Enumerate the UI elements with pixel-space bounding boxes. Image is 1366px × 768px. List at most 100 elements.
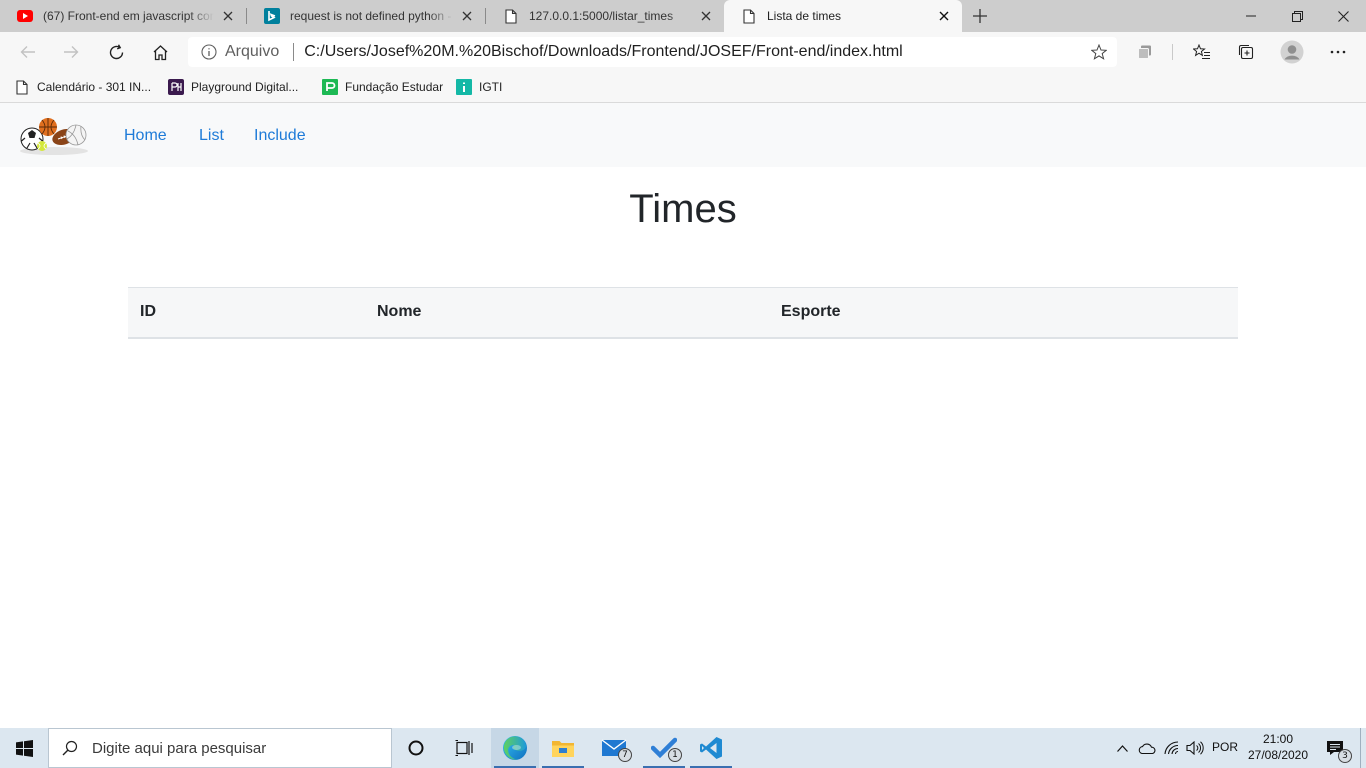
mail-button[interactable]: 7: [590, 728, 638, 768]
browser-tab-active[interactable]: Lista de times: [724, 0, 962, 32]
browser-tab[interactable]: 127.0.0.1:5000/listar_times: [486, 0, 724, 32]
vscode-icon: [700, 737, 722, 759]
sports-balls-logo[interactable]: [18, 115, 90, 157]
favorites-button[interactable]: [1186, 36, 1218, 68]
favorite-label: Calendário - 301 IN...: [37, 80, 152, 94]
favorite-label: Playground Digital...: [191, 80, 299, 94]
favorite-igti[interactable]: IGTI: [456, 76, 502, 98]
browser-toolbar: Arquivo C:/Users/Josef%20M.%20Bischof/Do…: [0, 32, 1366, 72]
refresh-icon: [109, 43, 123, 59]
profile-button[interactable]: [1276, 36, 1308, 68]
speaker-icon: [1186, 741, 1204, 755]
back-button[interactable]: [12, 36, 44, 68]
refresh-button[interactable]: [100, 36, 132, 68]
edge-taskbar-button[interactable]: [491, 728, 539, 768]
page-title: Times: [629, 187, 737, 231]
toolbar-divider: [1172, 44, 1173, 60]
search-icon: [62, 740, 78, 756]
tab-strip: (67) Front-end em javascript com request…: [0, 0, 1366, 32]
tab-title: 127.0.0.1:5000/listar_times: [529, 9, 674, 23]
close-icon[interactable]: [698, 8, 714, 24]
taskbar-clock[interactable]: 21:00 27/08/2020: [1242, 731, 1314, 763]
nav-link-home[interactable]: Home: [124, 127, 167, 145]
wifi-icon: [1164, 741, 1179, 755]
close-icon[interactable]: [459, 8, 475, 24]
bing-icon: [264, 8, 280, 24]
folder-icon: [552, 741, 574, 757]
favorite-calendario[interactable]: Calendário - 301 IN...: [14, 76, 151, 98]
site-navbar: Home List Include: [0, 103, 1366, 167]
fundacao-icon: [322, 79, 338, 95]
favorite-star-icon[interactable]: [1090, 43, 1108, 60]
taskbar-search[interactable]: Digite aqui para pesquisar: [48, 728, 392, 768]
arrow-right-icon: [64, 46, 79, 58]
vscode-button[interactable]: [687, 728, 735, 768]
new-tab-button[interactable]: [968, 4, 992, 28]
home-button[interactable]: [144, 36, 176, 68]
windows-logo-icon: [15, 739, 33, 757]
search-placeholder: Digite aqui para pesquisar: [92, 739, 267, 757]
table-header: ID Nome Esporte: [128, 287, 1238, 339]
network-button[interactable]: [1161, 728, 1183, 768]
url-text[interactable]: C:/Users/Josef%20M.%20Bischof/Downloads/…: [304, 43, 902, 61]
tab-title: Lista de times: [767, 9, 842, 23]
favorites-list-icon: [1193, 44, 1210, 60]
minimize-icon: [1246, 15, 1256, 17]
nav-link-include[interactable]: Include: [254, 127, 306, 145]
notification-badge: 3: [1338, 749, 1352, 763]
volume-button[interactable]: [1184, 728, 1206, 768]
igti-icon: [456, 79, 472, 95]
restore-button[interactable]: [1274, 0, 1320, 32]
column-header-id: ID: [128, 287, 365, 339]
page-icon: [741, 8, 757, 24]
input-language[interactable]: POR: [1212, 740, 1238, 754]
tab-title: (67) Front-end em javascript com: [43, 9, 214, 23]
task-view-button[interactable]: [440, 728, 488, 768]
show-hidden-icons-button[interactable]: [1113, 728, 1131, 768]
column-header-esporte: Esporte: [769, 287, 1238, 339]
nav-link-list[interactable]: List: [199, 127, 224, 145]
show-desktop-button[interactable]: [1360, 728, 1361, 768]
tab-title: request is not defined python - B: [290, 9, 453, 23]
favorite-fundacao[interactable]: Fundação Estudar: [322, 76, 443, 98]
onedrive-button[interactable]: [1136, 728, 1158, 768]
close-window-button[interactable]: [1320, 0, 1366, 32]
address-bar[interactable]: Arquivo C:/Users/Josef%20M.%20Bischof/Do…: [188, 37, 1117, 67]
cortana-button[interactable]: [392, 728, 440, 768]
close-icon[interactable]: [220, 8, 236, 24]
avatar-icon: [1280, 40, 1304, 64]
protocol-label: Arquivo: [225, 43, 280, 60]
clock-time: 21:00: [1262, 732, 1294, 746]
collections-button[interactable]: [1230, 36, 1262, 68]
start-button[interactable]: [0, 728, 48, 768]
plus-icon: [973, 9, 987, 23]
clock-date: 27/08/2020: [1247, 748, 1309, 762]
forward-button[interactable]: [55, 36, 87, 68]
todo-button[interactable]: 1: [640, 728, 688, 768]
favorite-label: Fundação Estudar: [345, 80, 444, 94]
close-icon: [1337, 10, 1349, 22]
table-header-row: ID Nome Esporte: [128, 287, 1238, 339]
cortana-circle-icon: [408, 740, 424, 756]
todo-badge: 1: [668, 748, 682, 762]
mail-badge: 7: [618, 748, 632, 762]
browser-tab[interactable]: request is not defined python - B: [247, 0, 485, 32]
playground-icon: [168, 79, 184, 95]
chevron-up-icon: [1116, 744, 1128, 752]
file-explorer-button[interactable]: [539, 728, 587, 768]
collections-icon: [1238, 44, 1254, 60]
page-icon: [503, 8, 519, 24]
home-icon: [153, 44, 167, 60]
browser-tab[interactable]: (67) Front-end em javascript com: [0, 0, 246, 32]
settings-menu-button[interactable]: [1322, 36, 1354, 68]
info-icon[interactable]: [201, 44, 217, 60]
action-center-button[interactable]: 3: [1318, 728, 1352, 768]
cloud-icon: [1138, 743, 1156, 754]
extensions-button[interactable]: [1129, 36, 1161, 68]
close-icon[interactable]: [936, 8, 952, 24]
favorite-playground[interactable]: Playground Digital...: [168, 76, 298, 98]
teams-table: ID Nome Esporte: [128, 287, 1238, 339]
minimize-button[interactable]: [1228, 0, 1274, 32]
edge-icon: [503, 736, 527, 760]
favorites-bar: Calendário - 301 IN... Playground Digita…: [0, 72, 1366, 103]
